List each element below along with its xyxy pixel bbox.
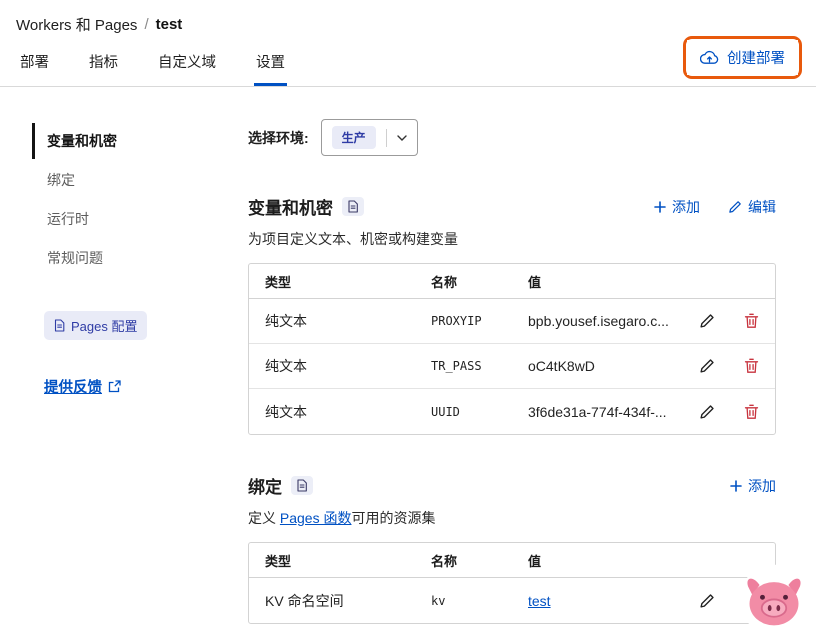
delete-icon[interactable]	[727, 358, 775, 374]
environment-value-pill: 生产	[332, 126, 376, 149]
pig-sticker-logo	[738, 562, 810, 634]
variable-value: bpb.yousef.isegaro.c...	[528, 313, 687, 329]
variable-type: 纯文本	[265, 356, 431, 376]
settings-sidebar: 变量和机密 绑定 运行时 常规问题 Pages 配置 提供反馈	[32, 123, 220, 624]
variable-value: 3f6de31a-774f-434f-...	[528, 404, 687, 420]
bindings-table-header: 类型 名称 值	[249, 543, 775, 578]
sidebar-item-variables[interactable]: 变量和机密	[32, 123, 220, 159]
pencil-icon	[728, 200, 742, 214]
environment-label: 选择环境:	[248, 128, 309, 148]
variables-section-header: 变量和机密 添加	[248, 194, 776, 219]
bindings-actions: 添加	[730, 476, 776, 496]
binding-value-link[interactable]: test	[528, 593, 551, 609]
tab-bar: 部署 指标 自定义域 设置 创建部署	[0, 41, 816, 87]
table-row: 纯文本 TR_PASS oC4tK8wD	[249, 344, 775, 389]
external-link-icon	[108, 380, 121, 393]
breadcrumb: Workers 和 Pages / test	[16, 14, 800, 35]
breadcrumb-current-project: test	[156, 16, 183, 33]
bindings-description: 定义 Pages 函数可用的资源集	[248, 508, 776, 528]
table-row: 纯文本 UUID 3f6de31a-774f-434f-...	[249, 389, 775, 434]
variable-name: TR_PASS	[431, 359, 528, 373]
bindings-table: 类型 名称 值 KV 命名空间 kv test	[248, 542, 776, 624]
variable-name: PROXYIP	[431, 314, 528, 328]
delete-icon[interactable]	[727, 404, 775, 420]
column-header-value: 值	[528, 272, 687, 291]
add-variable-label: 添加	[672, 197, 700, 217]
annotation-highlight-box: 创建部署	[683, 36, 802, 79]
variable-type: 纯文本	[265, 311, 431, 331]
add-variable-button[interactable]: 添加	[654, 197, 700, 217]
chevron-down-icon	[397, 135, 407, 141]
document-icon	[54, 319, 65, 332]
tab-metrics[interactable]: 指标	[87, 51, 120, 86]
column-header-type: 类型	[265, 272, 431, 291]
variables-actions: 添加 编辑	[654, 197, 776, 217]
edit-icon[interactable]	[687, 313, 727, 329]
bindings-description-prefix: 定义	[248, 510, 280, 526]
variable-type: 纯文本	[265, 402, 431, 422]
tab-deployments[interactable]: 部署	[18, 51, 51, 86]
pages-config-label: Pages 配置	[71, 316, 137, 335]
binding-type: KV 命名空间	[265, 591, 431, 611]
cloud-upload-icon	[700, 50, 719, 65]
edit-variables-label: 编辑	[748, 197, 776, 217]
docs-icon[interactable]	[342, 197, 364, 216]
edit-icon[interactable]	[687, 358, 727, 374]
plus-icon	[654, 201, 666, 213]
column-header-type: 类型	[265, 551, 431, 570]
variables-section: 变量和机密 添加	[248, 194, 776, 435]
create-deployment-label: 创建部署	[727, 47, 785, 68]
tab-custom-domains[interactable]: 自定义域	[156, 51, 218, 86]
docs-icon[interactable]	[291, 476, 313, 495]
edit-variables-button[interactable]: 编辑	[728, 197, 776, 217]
settings-main: 选择环境: 生产 变量和机密	[248, 119, 776, 624]
divider	[386, 129, 387, 147]
variables-table: 类型 名称 值 纯文本 PROXYIP bpb.yousef.isegaro.c…	[248, 263, 776, 435]
environment-row: 选择环境: 生产	[248, 119, 776, 156]
create-deployment-button[interactable]: 创建部署	[687, 40, 798, 75]
variables-section-title: 变量和机密	[248, 194, 333, 219]
table-row: KV 命名空间 kv test	[249, 578, 775, 623]
environment-select[interactable]: 生产	[321, 119, 418, 156]
bindings-section-title: 绑定	[248, 473, 282, 498]
bindings-section: 绑定 添加 定义 Pages 函数可用	[248, 473, 776, 624]
pages-functions-link[interactable]: Pages 函数	[280, 510, 352, 526]
sidebar-item-general[interactable]: 常规问题	[32, 240, 220, 276]
page-header: Workers 和 Pages / test	[0, 0, 816, 41]
column-header-name: 名称	[431, 551, 528, 570]
bindings-description-suffix: 可用的资源集	[351, 510, 435, 526]
sidebar-item-runtime[interactable]: 运行时	[32, 201, 220, 237]
variable-value: oC4tK8wD	[528, 358, 687, 374]
edit-icon[interactable]	[687, 404, 727, 420]
variables-table-header: 类型 名称 值	[249, 264, 775, 299]
column-header-value: 值	[528, 551, 687, 570]
breadcrumb-separator: /	[144, 16, 148, 33]
tab-settings[interactable]: 设置	[254, 51, 287, 86]
sidebar-item-bindings[interactable]: 绑定	[32, 162, 220, 198]
bindings-section-header: 绑定 添加	[248, 473, 776, 498]
delete-icon[interactable]	[727, 313, 775, 329]
add-binding-button[interactable]: 添加	[730, 476, 776, 496]
pages-config-badge[interactable]: Pages 配置	[44, 311, 147, 340]
feedback-link[interactable]: 提供反馈	[44, 376, 121, 397]
breadcrumb-root-link[interactable]: Workers 和 Pages	[16, 14, 137, 35]
edit-icon[interactable]	[687, 593, 727, 609]
feedback-label: 提供反馈	[44, 376, 102, 397]
table-row: 纯文本 PROXYIP bpb.yousef.isegaro.c...	[249, 299, 775, 344]
add-binding-label: 添加	[748, 476, 776, 496]
column-header-name: 名称	[431, 272, 528, 291]
variables-description: 为项目定义文本、机密或构建变量	[248, 229, 776, 249]
binding-name: kv	[431, 594, 528, 608]
variable-name: UUID	[431, 405, 528, 419]
content-area: 变量和机密 绑定 运行时 常规问题 Pages 配置 提供反馈	[0, 87, 816, 624]
plus-icon	[730, 480, 742, 492]
